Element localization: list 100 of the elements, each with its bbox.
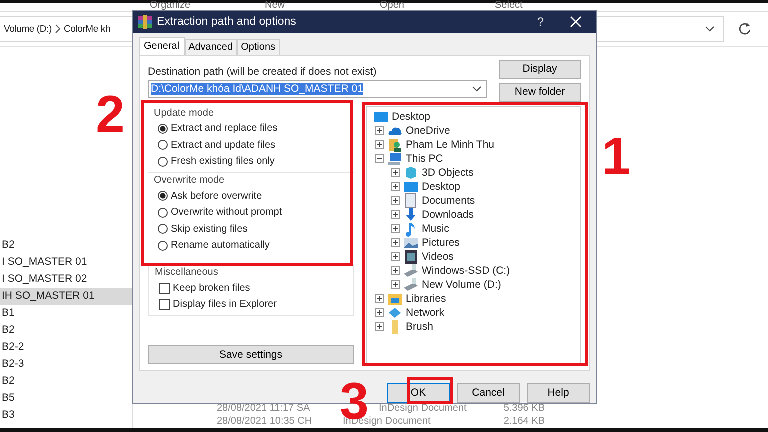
tree-item[interactable]: Documents bbox=[422, 194, 476, 207]
radio-button[interactable] bbox=[158, 124, 168, 134]
breadcrumb[interactable]: Volume (D:) bbox=[4, 24, 52, 34]
chevron-icon bbox=[54, 24, 61, 34]
option-label: Overwrite without prompt bbox=[171, 207, 282, 218]
option-label: Extract and replace files bbox=[171, 123, 278, 134]
option-label: Rename automatically bbox=[171, 240, 270, 252]
dropdown-icon[interactable] bbox=[472, 86, 482, 92]
collapse-icon[interactable] bbox=[375, 154, 384, 164]
option-label: Skip existing files bbox=[171, 224, 248, 235]
date-cell-text: 28/08/2021 10:35 CH bbox=[217, 416, 314, 427]
dialog-button[interactable]: Cancel bbox=[457, 383, 520, 403]
expand-icon[interactable] bbox=[375, 140, 384, 150]
folder-list-item[interactable]: I SO_MASTER 02 bbox=[0, 271, 132, 288]
tree-item[interactable]: New Volume (D:) bbox=[422, 278, 502, 291]
group-title: Miscellaneous bbox=[155, 267, 220, 278]
tree-item[interactable]: Pham Le Minh Thu bbox=[406, 138, 495, 151]
tree-item[interactable]: Desktop bbox=[422, 180, 461, 193]
expand-icon[interactable] bbox=[391, 252, 400, 262]
tree-item[interactable]: Windows-SSD (C:) bbox=[422, 264, 510, 277]
radio-button[interactable] bbox=[158, 224, 168, 234]
folder-list-item[interactable]: B2 bbox=[0, 373, 132, 390]
option-label: Ask before overwrite bbox=[171, 190, 262, 202]
expand-icon[interactable] bbox=[391, 238, 400, 248]
radio-button[interactable] bbox=[158, 191, 168, 202]
close-icon[interactable] bbox=[570, 16, 582, 28]
option-label: Keep broken files bbox=[173, 282, 250, 294]
tree-item[interactable]: Downloads bbox=[422, 208, 474, 221]
tree-item[interactable]: Pictures bbox=[422, 236, 460, 249]
group-title: Update mode bbox=[154, 108, 216, 119]
cube-icon bbox=[403, 164, 419, 181]
computer-icon bbox=[387, 150, 403, 167]
refresh-icon[interactable] bbox=[738, 22, 752, 36]
option-label: Extract and update files bbox=[171, 140, 276, 151]
checkbox[interactable] bbox=[159, 282, 170, 294]
radio-button[interactable] bbox=[158, 240, 168, 251]
save-settings-button[interactable]: Save settings bbox=[148, 345, 354, 364]
toolbar-label[interactable]: Organize bbox=[150, 1, 265, 11]
document-icon bbox=[403, 192, 419, 209]
breadcrumb[interactable]: ColorMe kh bbox=[64, 24, 111, 34]
step-number: 1 bbox=[602, 137, 631, 179]
folder-list-item[interactable]: B2-2 bbox=[0, 339, 132, 356]
option-label: Fresh existing files only bbox=[171, 156, 275, 168]
folder-list-item[interactable]: B2 bbox=[0, 237, 132, 254]
toolbar-label[interactable]: Select bbox=[495, 1, 610, 11]
option-label: Display files in Explorer bbox=[173, 299, 277, 310]
dropdown-icon[interactable] bbox=[705, 26, 715, 32]
tree-item[interactable]: Desktop bbox=[392, 110, 431, 123]
download-icon bbox=[403, 206, 419, 223]
expand-icon[interactable] bbox=[391, 210, 400, 220]
radio-button[interactable] bbox=[158, 208, 168, 218]
field-label: Destination path (will be created if does not exist) bbox=[148, 66, 378, 78]
help-button[interactable]: ? bbox=[533, 14, 548, 29]
expand-icon[interactable] bbox=[391, 280, 400, 290]
expand-icon[interactable] bbox=[375, 322, 384, 332]
folder-list-item[interactable]: IH SO_MASTER 01 bbox=[0, 288, 132, 305]
radio-button[interactable] bbox=[158, 156, 168, 167]
tree-item[interactable]: Brush bbox=[406, 320, 434, 333]
tree-item[interactable]: Music bbox=[422, 222, 450, 235]
tree-item[interactable]: OneDrive bbox=[406, 124, 450, 137]
expand-icon[interactable] bbox=[391, 196, 400, 206]
tree-item[interactable]: Network bbox=[406, 306, 445, 319]
group-title: Overwrite mode bbox=[154, 175, 226, 186]
expand-icon[interactable] bbox=[375, 126, 384, 136]
folder-list-item[interactable]: B2 bbox=[0, 322, 132, 339]
path-combobox[interactable]: D:\ColorMe khóa Id\ADANH SO_MASTER 01 bbox=[148, 80, 487, 98]
expand-icon[interactable] bbox=[391, 168, 400, 178]
checkbox[interactable] bbox=[159, 299, 170, 310]
tab[interactable]: Advanced bbox=[184, 38, 238, 55]
drive-icon bbox=[403, 262, 419, 279]
dialog-button[interactable]: New folder bbox=[499, 82, 581, 102]
size-cell-text: 5.396 KB bbox=[502, 403, 545, 414]
expand-icon[interactable] bbox=[375, 294, 384, 304]
folder-list-item[interactable]: B5 bbox=[0, 390, 132, 407]
tree-item[interactable]: Libraries bbox=[406, 292, 446, 305]
date-cell-text: 28/08/2021 11:17 SA bbox=[217, 403, 312, 414]
tree-item[interactable]: Videos bbox=[422, 250, 454, 263]
folder-list-item[interactable]: I SO_MASTER 01 bbox=[0, 254, 132, 271]
folder-list-item[interactable]: B3 bbox=[0, 407, 132, 424]
expand-icon[interactable] bbox=[391, 182, 400, 192]
window-title: Extraction path and options bbox=[157, 16, 298, 28]
dialog-button[interactable]: Display bbox=[499, 60, 581, 79]
drive-icon bbox=[403, 276, 419, 293]
dialog-button[interactable]: Help bbox=[527, 383, 590, 403]
toolbar-label[interactable]: Open bbox=[380, 1, 495, 11]
tab[interactable]: General bbox=[139, 36, 185, 55]
type-cell-text: InDesign Document bbox=[378, 403, 468, 414]
tree-item[interactable]: 3D Objects bbox=[422, 166, 474, 179]
highlight-frame bbox=[407, 377, 453, 404]
radio-button[interactable] bbox=[158, 140, 168, 150]
folder-list-item[interactable]: B1 bbox=[0, 305, 132, 322]
expand-icon[interactable] bbox=[391, 266, 400, 276]
folder-list-item[interactable]: B2-3 bbox=[0, 356, 132, 373]
archive-icon bbox=[137, 14, 153, 30]
user-icon bbox=[387, 136, 403, 153]
expand-icon[interactable] bbox=[391, 224, 400, 234]
tree-item[interactable]: This PC bbox=[406, 152, 444, 165]
expand-icon[interactable] bbox=[375, 308, 384, 318]
tab[interactable]: Options bbox=[237, 38, 280, 55]
toolbar-label[interactable]: New bbox=[265, 1, 380, 11]
